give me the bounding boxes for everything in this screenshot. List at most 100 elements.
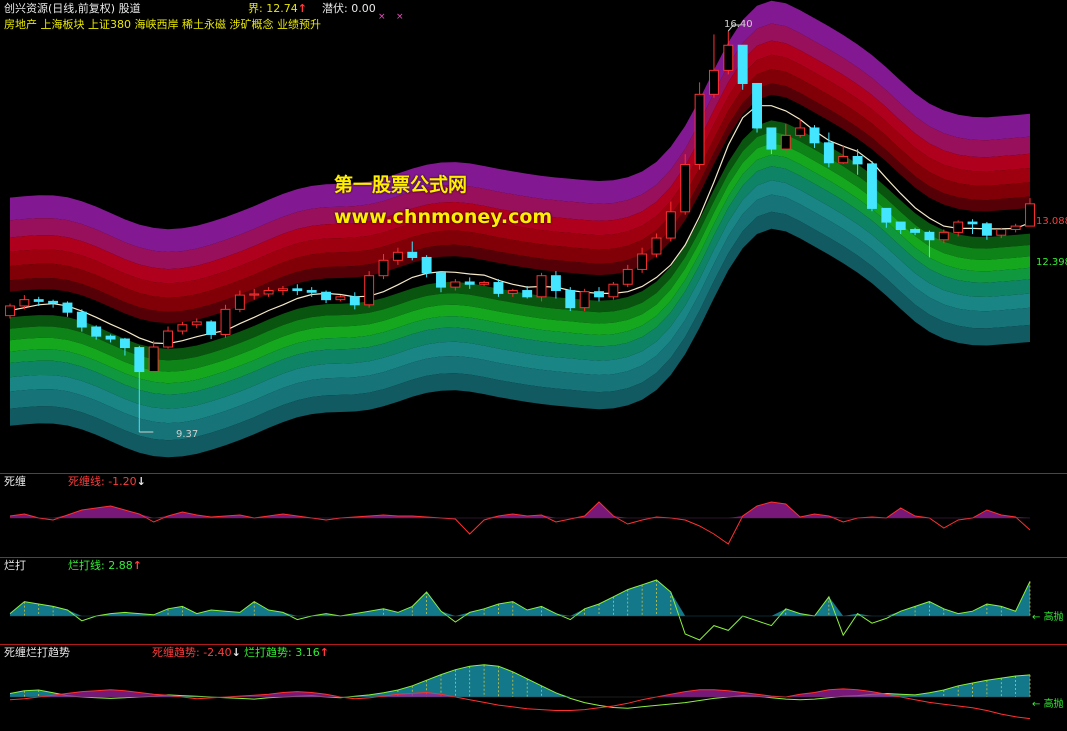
candle-body (163, 330, 173, 348)
candle-body (665, 211, 676, 239)
candle-body (737, 44, 748, 84)
candle-body (594, 291, 604, 298)
candle-body (550, 275, 561, 292)
candle-body (177, 324, 188, 332)
down-arrow-icon: ↓ (231, 646, 241, 659)
candle-body (306, 290, 317, 293)
candle-body (134, 347, 145, 373)
candle-body (278, 288, 288, 292)
candle-body (191, 321, 202, 326)
candle-body (479, 282, 490, 285)
candle-body (651, 237, 662, 255)
candle-body (19, 299, 30, 307)
panel-sichan-readout: 死缠线: -1.20↓ (68, 475, 146, 488)
candle-body (752, 82, 762, 129)
candle-body (565, 290, 576, 309)
panel-landa-title: 烂打 (4, 559, 26, 572)
candle-body (62, 302, 73, 313)
candle-body (321, 291, 332, 301)
up-arrow-icon: ↑ (319, 646, 329, 659)
candle-body (1010, 225, 1021, 231)
up-arrow-icon: ↑ (297, 2, 307, 15)
candle-body (421, 256, 432, 274)
candle-body (795, 127, 806, 136)
candle-body (780, 134, 791, 150)
candle-body (536, 275, 547, 298)
candle-body (910, 229, 921, 233)
candle-body (622, 268, 633, 285)
ribbon-bands (10, 0, 1030, 458)
candle-body (522, 290, 533, 298)
candle-body (91, 326, 102, 337)
high-price-label: 16.40 (724, 19, 753, 30)
candle-body (953, 221, 964, 233)
panel-trend-landa-readout: 烂打趋势: 3.16↑ (244, 646, 329, 659)
candle-body (838, 155, 849, 164)
candle-body (292, 288, 303, 292)
panel-sichan-title: 死缠 (4, 475, 26, 488)
panel-landa-readout: 烂打线: 2.88↑ (68, 559, 142, 572)
candle-body (809, 127, 820, 144)
right-level-top: 13.088 (1036, 216, 1067, 227)
candle-body (436, 272, 446, 288)
sichan-line (9, 501, 1031, 545)
candle-body (392, 251, 403, 261)
panel-divider (0, 644, 1067, 645)
cross-marker-icon: × (378, 12, 386, 22)
right-level-bottom: 12.398 (1036, 257, 1067, 268)
panel-sichan-series (9, 501, 1031, 545)
candle-body (263, 290, 274, 295)
cross-marker-icon: × (396, 12, 404, 22)
panel-divider (0, 557, 1067, 558)
candle-body (924, 231, 935, 241)
candle-body (378, 259, 389, 277)
candle-body (881, 207, 892, 223)
candle-body (981, 223, 992, 236)
candle-body (407, 251, 418, 258)
watermark-url: www.chnmoney.com (334, 206, 553, 228)
low-price-label: 9.37 (176, 429, 199, 440)
candle-body (33, 299, 44, 302)
indicator-source: 股道 (118, 2, 141, 15)
chart-canvas (5, 0, 1035, 720)
candle-body (335, 296, 346, 301)
panel-trend-sell-label: ← 高抛 (1032, 699, 1064, 710)
sichan-fill (10, 502, 1030, 518)
candle-body (708, 69, 719, 95)
candle-body (852, 155, 863, 165)
candle-body (206, 321, 217, 335)
candle-body (349, 296, 360, 306)
candle-body (1025, 203, 1035, 227)
candle-body (234, 294, 245, 310)
candle-body (938, 231, 949, 241)
candle-body (464, 281, 475, 285)
candle-body (895, 221, 906, 231)
candle-body (996, 229, 1007, 236)
candle-body (823, 142, 834, 164)
candle-body (766, 127, 777, 150)
up-arrow-icon: ↑ (132, 559, 142, 572)
candle-body (867, 163, 877, 209)
candle-body (48, 300, 59, 304)
candle-body (249, 293, 260, 296)
candle-body (579, 291, 590, 309)
panel-divider (0, 473, 1067, 474)
concept-tags: 房地产 上海板块 上证380 海峡西岸 稀土永磁 涉矿概念 业绩预升 (4, 18, 321, 31)
panel-landa-sell-label: ← 高抛 (1032, 612, 1064, 623)
candle-body (105, 335, 116, 340)
candle-body (493, 282, 504, 294)
panel-trend-series (9, 664, 1031, 720)
panel-trend-title: 死缠烂打趋势 (4, 646, 70, 659)
panel-trend-sichan-readout: 死缠趋势: -2.40↓ (152, 646, 241, 659)
candle-body (967, 221, 978, 225)
candle-body (723, 44, 734, 71)
watermark-title: 第一股票公式网 (334, 174, 468, 196)
qianfu-readout: 潜伏: 0.00 (322, 2, 376, 15)
candle-body (220, 308, 231, 335)
candle-body (5, 305, 15, 317)
candle-body (364, 275, 375, 306)
jie-readout: 界: 12.74↑ (248, 2, 307, 15)
candle-body (76, 311, 87, 328)
chart-title: 创兴资源(日线,前复权) 股道 (4, 2, 141, 15)
panel-landa-series (9, 579, 1031, 641)
